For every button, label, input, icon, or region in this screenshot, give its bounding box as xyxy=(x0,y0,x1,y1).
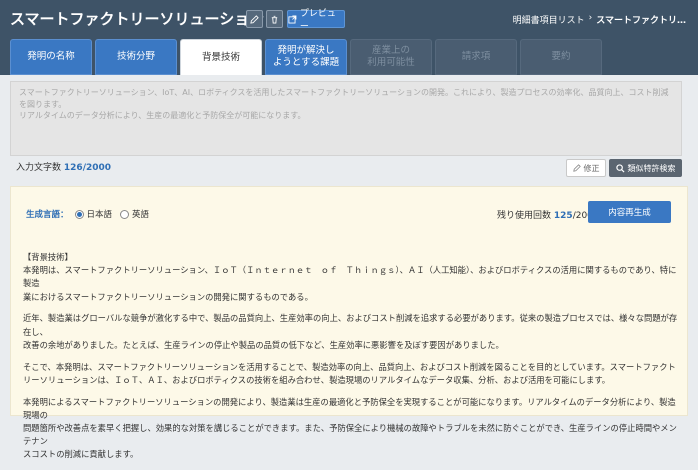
app-header: スマートファクトリーソリューション プレビュー 明細書項目リスト › スマートフ… xyxy=(0,0,698,37)
fix-button[interactable]: 修正 xyxy=(566,159,606,177)
tab-background-art[interactable]: 背景技術 xyxy=(180,39,262,75)
char-count: 入力文字数 126/2000 xyxy=(16,163,112,173)
pencil-icon xyxy=(250,14,259,24)
similar-patent-search-button[interactable]: 類似特許検索 xyxy=(609,159,682,177)
breadcrumb-separator: › xyxy=(588,13,593,23)
generated-content-panel: 生成言語： 日本語 英語 残り使用回数 125/200 内容再生成 【背景技術】… xyxy=(10,186,688,459)
preview-label: プレビュー xyxy=(299,9,336,32)
edit-title-button[interactable] xyxy=(246,10,263,28)
tab-industrial-applicability[interactable]: 産業上の 利用可能性 xyxy=(350,39,432,75)
radio-selected-icon[interactable] xyxy=(74,209,84,219)
tab-problem-to-solve[interactable]: 発明が解決し ようとする課題 xyxy=(265,39,347,75)
breadcrumb-current: スマートファクトリ… xyxy=(596,16,686,26)
lang-option-japanese[interactable]: 日本語 xyxy=(74,208,112,220)
breadcrumb: 明細書項目リスト › スマートファクトリ… xyxy=(513,13,686,26)
language-selector: 生成言語： 日本語 英語 xyxy=(26,208,150,220)
page-title: スマートファクトリーソリューション xyxy=(10,10,265,28)
paragraph: 近年、製造業はグローバルな競争が激化する中で、製品の品質向上、生産効率の向上、お… xyxy=(23,313,678,350)
input-placeholder-line: リアルタイムのデータ分析により、生産の最適化と予防保全が可能になります。 xyxy=(19,111,306,120)
paragraph: 本発明によるスマートファクトリーソリューションの開発により、製造業は生産の最適化… xyxy=(23,396,677,460)
delete-button[interactable] xyxy=(266,10,283,28)
tab-abstract[interactable]: 要約 xyxy=(520,39,602,75)
breadcrumb-parent[interactable]: 明細書項目リスト xyxy=(513,13,585,26)
background-input[interactable]: スマートファクトリーソリューション、IoT、AI、ロボティクスを活用したスマート… xyxy=(10,81,682,156)
external-link-icon xyxy=(288,15,297,23)
tab-claims[interactable]: 請求項 xyxy=(435,39,517,75)
char-count-current: 126 xyxy=(63,163,83,173)
char-count-max: 2000 xyxy=(85,163,112,173)
preview-button[interactable]: プレビュー xyxy=(287,9,345,32)
generated-text: 【背景技術】 本発明は、スマートファクトリーソリューション、ＩｏＴ（Ｉｎｔｅｒｎ… xyxy=(23,251,681,470)
lang-option-english[interactable]: 英語 xyxy=(120,208,149,220)
tab-invention-name[interactable]: 発明の名称 xyxy=(10,39,92,75)
paragraph: そこで、本発明は、スマートファクトリーソリューションを活用することで、製造効率の… xyxy=(23,361,676,385)
trash-icon xyxy=(271,15,278,24)
remaining-uses: 残り使用回数 125/200 xyxy=(497,211,593,221)
section-heading: 【背景技術】 xyxy=(23,252,73,262)
radio-unselected-icon[interactable] xyxy=(120,209,130,219)
paragraph: 本発明は、スマートファクトリーソリューション、ＩｏＴ（Ｉｎｔｅｒｎｅｔ ｏｆ Ｔ… xyxy=(23,265,677,302)
tab-technical-field[interactable]: 技術分野 xyxy=(95,39,177,75)
pencil-icon xyxy=(572,164,581,172)
regenerate-button[interactable]: 内容再生成 xyxy=(588,201,671,223)
input-placeholder-line: スマートファクトリーソリューション、IoT、AI、ロボティクスを活用したスマート… xyxy=(19,88,669,109)
section-tabs: 発明の名称 技術分野 背景技術 発明が解決し ようとする課題 産業上の 利用可能性 … xyxy=(0,37,698,75)
search-icon xyxy=(615,163,625,173)
